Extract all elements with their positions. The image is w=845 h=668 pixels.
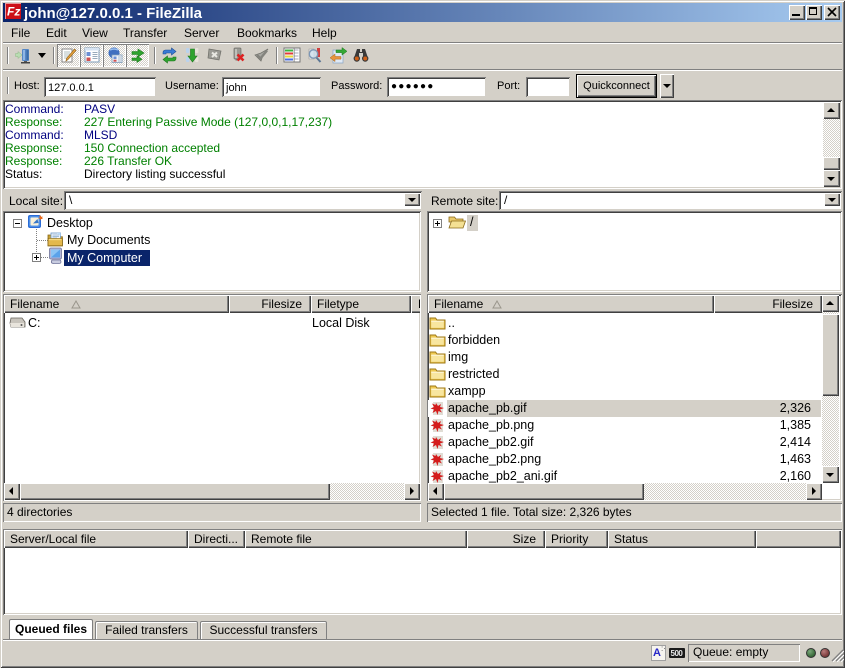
svg-text:Fz: Fz bbox=[7, 5, 20, 19]
